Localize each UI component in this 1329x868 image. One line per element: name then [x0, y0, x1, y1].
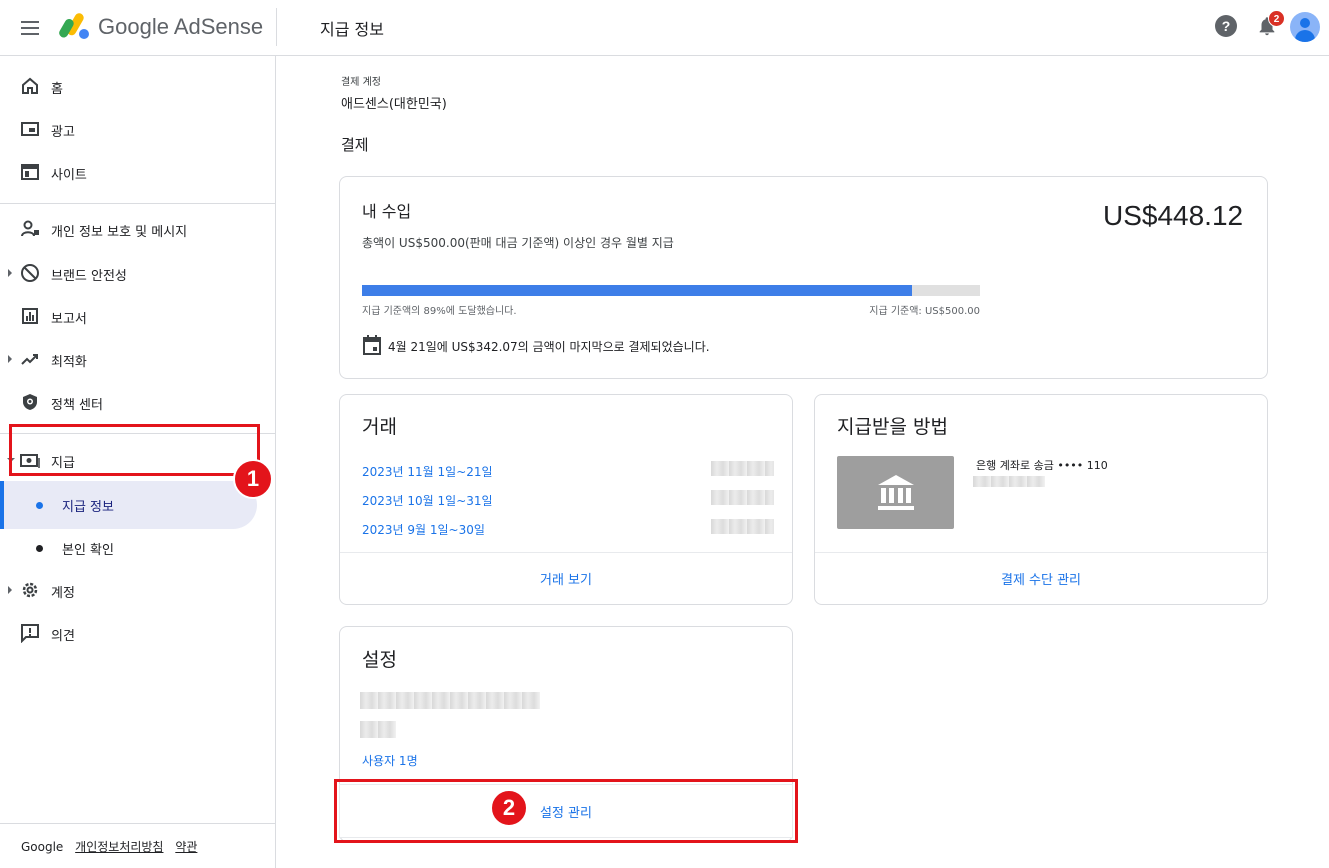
payment-account-value: 애드센스(대한민국)	[341, 97, 447, 112]
sidebar-item-policy-center[interactable]: 정책 센터	[0, 382, 276, 422]
section-title: 결제	[341, 136, 369, 154]
expand-caret-icon	[8, 355, 12, 363]
redacted-bank-detail	[973, 476, 1045, 487]
home-icon	[22, 77, 38, 94]
expand-caret-icon	[8, 586, 12, 594]
sidebar-item-label: 계정	[51, 586, 75, 601]
avatar[interactable]	[1290, 12, 1320, 42]
earnings-amount: US$448.12	[1103, 200, 1244, 231]
payment-account-label: 결제 계정	[341, 77, 381, 88]
notification-badge: 2	[1268, 10, 1285, 27]
help-icon[interactable]: ?	[1215, 15, 1237, 37]
redacted-settings-info	[360, 692, 540, 709]
menu-icon[interactable]	[18, 16, 42, 40]
top-app-bar: Google AdSense 지급 정보 ? 2	[0, 0, 1329, 56]
redacted-amount	[711, 461, 774, 476]
progress-status-text: 지급 기준액의 89%에 도달했습니다.	[362, 306, 517, 317]
ads-icon	[21, 122, 39, 136]
sidebar-footer: Google 개인정보처리방침 약관	[21, 838, 205, 855]
feedback-icon	[21, 624, 39, 643]
sidebar-subitem-verification[interactable]: 본인 확인	[62, 539, 114, 558]
sidebar-item-optimization[interactable]: 최적화	[0, 339, 276, 379]
sidebar-item-label: 사이트	[51, 168, 87, 183]
sidebar-item-reports[interactable]: 보고서	[0, 296, 276, 336]
gear-icon	[22, 582, 38, 598]
selected-indicator	[0, 481, 4, 529]
sites-icon	[21, 164, 39, 180]
redacted-settings-info	[360, 721, 396, 738]
users-link[interactable]: 사용자 1명	[362, 752, 418, 769]
payment-method-title: 지급받을 방법	[837, 416, 948, 438]
bullet-icon	[36, 502, 43, 509]
sidebar-item-label: 최적화	[51, 355, 87, 370]
bank-transfer-text: 은행 계좌로 송금 •••• 110	[976, 459, 1108, 472]
sidebar-item-label: 브랜드 안전성	[51, 269, 127, 284]
footer-brand: Google	[21, 840, 64, 854]
sidebar-item-sites[interactable]: 사이트	[0, 152, 276, 192]
threshold-text: 지급 기준액: US$500.00	[869, 306, 980, 317]
card-divider	[815, 552, 1267, 553]
header-divider	[276, 8, 277, 46]
sidebar-item-label: 광고	[51, 125, 75, 140]
adsense-logo	[59, 13, 89, 39]
sidebar-item-label: 의견	[51, 629, 75, 644]
bullet-icon	[36, 545, 43, 552]
earnings-title: 내 수입	[362, 202, 412, 221]
payment-threshold-progress	[362, 285, 980, 296]
block-icon	[21, 264, 39, 282]
annotation-highlight-1	[9, 424, 260, 476]
settings-title: 설정	[362, 649, 397, 671]
sidebar-item-account[interactable]: 계정	[0, 570, 276, 610]
sidebar-item-brand-safety[interactable]: 브랜드 안전성	[0, 253, 276, 293]
privacy-icon	[21, 220, 39, 237]
sidebar-item-label: 정책 센터	[51, 398, 103, 413]
brand-name: Google AdSense	[98, 14, 264, 39]
sidebar-divider	[0, 823, 276, 824]
transaction-link[interactable]: 2023년 10월 1일~31일	[362, 492, 493, 509]
transactions-title: 거래	[362, 416, 397, 438]
privacy-policy-link[interactable]: 개인정보처리방침	[75, 840, 163, 854]
terms-link[interactable]: 약관	[175, 840, 197, 854]
view-transactions-button[interactable]: 거래 보기	[340, 569, 792, 588]
transaction-link[interactable]: 2023년 11월 1일~21일	[362, 463, 493, 480]
redacted-amount	[711, 519, 774, 534]
redacted-amount	[711, 490, 774, 505]
expand-caret-icon	[8, 269, 12, 277]
manage-payment-methods-button[interactable]: 결제 수단 관리	[815, 569, 1267, 588]
sidebar-item-label: 홈	[51, 82, 63, 97]
step-1-badge: 1	[233, 459, 273, 499]
sidebar-divider	[0, 203, 276, 204]
bank-icon	[878, 475, 914, 510]
step-2-badge: 2	[490, 789, 528, 827]
sidebar-item-privacy[interactable]: 개인 정보 보호 및 메시지	[0, 209, 276, 249]
page-title: 지급 정보	[320, 20, 384, 39]
sidebar-subitem-label: 지급 정보	[62, 500, 114, 515]
earnings-subtitle: 총액이 US$500.00(판매 대금 기준액) 이상인 경우 월별 지급	[362, 236, 674, 250]
transaction-link[interactable]: 2023년 9월 1일~30일	[362, 521, 485, 538]
sidebar-item-ads[interactable]: 광고	[0, 109, 276, 149]
last-payment-text: 4월 21일에 US$342.07의 금액이 마지막으로 결제되었습니다.	[388, 340, 710, 354]
annotation-highlight-2	[334, 779, 798, 843]
sidebar-item-label: 보고서	[51, 312, 87, 327]
policy-shield-icon	[23, 394, 37, 410]
progress-fill	[362, 285, 913, 296]
card-divider	[340, 552, 792, 553]
sidebar-item-home[interactable]: 홈	[0, 66, 276, 106]
trending-icon	[21, 354, 38, 365]
calendar-icon	[363, 335, 381, 355]
report-icon	[22, 308, 38, 324]
bank-tile	[837, 456, 954, 529]
sidebar-item-label: 개인 정보 보호 및 메시지	[51, 225, 188, 240]
sidebar-item-feedback[interactable]: 의견	[0, 613, 276, 653]
